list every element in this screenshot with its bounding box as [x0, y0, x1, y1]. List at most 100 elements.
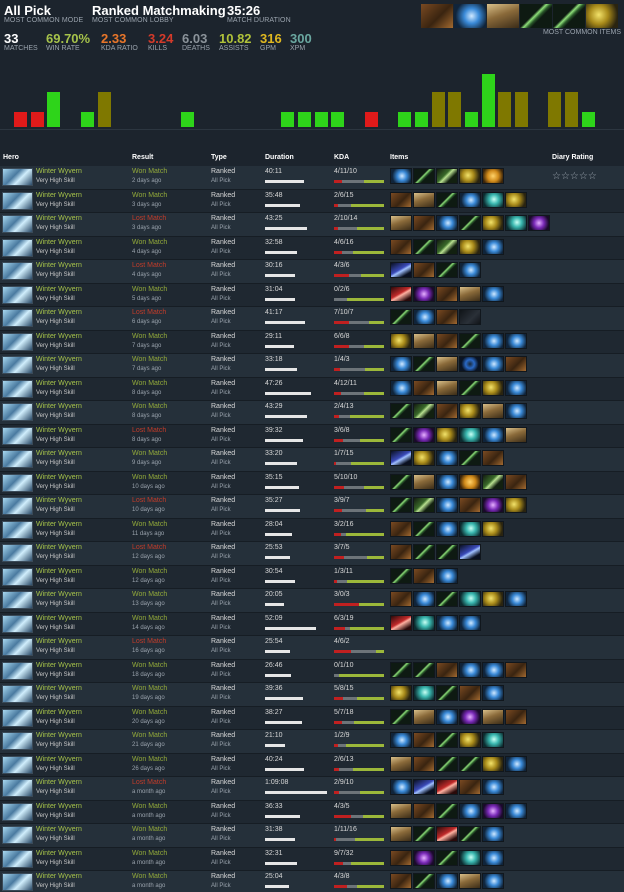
staff-icon[interactable] [436, 544, 458, 560]
match-result[interactable]: Won Match [132, 239, 167, 246]
staff-icon[interactable] [413, 356, 435, 372]
match-result[interactable]: Won Match [132, 685, 167, 692]
hero-name[interactable]: Winter Wyvern [36, 333, 82, 340]
orb-icon[interactable] [390, 732, 412, 748]
scroll-icon[interactable] [459, 285, 481, 302]
branch-icon[interactable] [436, 168, 458, 184]
hero-name[interactable]: Winter Wyvern [36, 215, 82, 222]
scroll-icon[interactable] [390, 215, 412, 231]
graph-bar-win[interactable] [47, 92, 61, 127]
orb-icon[interactable] [505, 755, 527, 772]
orb-icon[interactable] [505, 802, 527, 819]
match-result[interactable]: Won Match [132, 732, 167, 739]
claw-icon[interactable] [390, 262, 412, 278]
boots-icon[interactable] [436, 661, 458, 678]
graph-bar-loss[interactable] [14, 112, 27, 127]
cyclone-icon[interactable] [459, 849, 481, 866]
hammer-icon[interactable] [482, 755, 504, 772]
staff-icon[interactable] [390, 426, 412, 443]
hero-portrait[interactable] [2, 567, 33, 586]
match-row[interactable]: Winter Wyvern Very High Skill Lost Match 6 … [0, 307, 624, 331]
hero-portrait[interactable] [2, 544, 33, 562]
cyclone-icon[interactable] [413, 685, 435, 701]
scroll-icon[interactable] [459, 873, 481, 889]
hammer-icon[interactable] [390, 685, 412, 701]
boots-icon[interactable] [436, 403, 458, 419]
hero-portrait[interactable] [2, 638, 33, 656]
hero-name[interactable]: Winter Wyvern [36, 850, 82, 857]
match-result[interactable]: Won Match [132, 873, 167, 880]
orb-icon[interactable] [482, 285, 504, 302]
cyclone-icon[interactable] [459, 591, 481, 607]
hero-portrait[interactable] [2, 403, 33, 421]
claw-icon[interactable] [459, 544, 481, 560]
staff-icon[interactable] [459, 826, 481, 842]
orb-icon[interactable] [413, 309, 435, 325]
match-row[interactable]: Winter Wyvern Very High Skill Lost Match 10… [0, 495, 624, 519]
hero-name[interactable]: Winter Wyvern [36, 756, 82, 763]
orb-icon[interactable] [436, 497, 458, 513]
hero-portrait[interactable] [2, 497, 33, 515]
orb-icon[interactable] [459, 661, 481, 678]
match-row[interactable]: Winter Wyvern Very High Skill Won Match 8 d… [0, 377, 624, 401]
staff-icon[interactable] [436, 191, 458, 208]
hammer-icon[interactable] [482, 215, 504, 231]
boots-icon[interactable] [413, 755, 435, 772]
hero-name[interactable]: Winter Wyvern [36, 192, 82, 199]
match-row[interactable]: Winter Wyvern Very High Skill Lost Match 8 … [0, 424, 624, 448]
graph-bar-win[interactable] [281, 112, 295, 127]
match-result[interactable]: Won Match [132, 826, 167, 833]
hammer-icon[interactable] [459, 238, 481, 255]
staff-icon[interactable] [436, 849, 458, 866]
boots-icon[interactable] [505, 708, 527, 725]
scroll-icon[interactable] [482, 403, 504, 419]
hero-portrait[interactable] [2, 826, 33, 844]
graph-bar-win[interactable] [414, 112, 428, 127]
match-row[interactable]: Winter Wyvern Very High Skill Won Match a m… [0, 824, 624, 848]
hero-portrait[interactable] [2, 473, 33, 492]
staff-icon[interactable] [459, 450, 481, 466]
match-result[interactable]: Lost Match [132, 215, 166, 222]
match-result[interactable]: Lost Match [132, 427, 166, 434]
match-row[interactable]: Winter Wyvern Very High Skill Won Match 21 … [0, 730, 624, 754]
match-result[interactable]: Lost Match [132, 544, 166, 551]
gem-icon[interactable] [482, 802, 504, 819]
hammer-icon[interactable] [482, 379, 504, 396]
hammer-icon[interactable] [459, 168, 481, 184]
match-row[interactable]: Winter Wyvern Very High Skill Won Match 8 d… [0, 401, 624, 425]
graph-bar-loss[interactable] [364, 112, 378, 127]
hero-name[interactable]: Winter Wyvern [36, 709, 82, 716]
staff-icon[interactable] [413, 520, 435, 537]
orb-icon[interactable] [436, 614, 458, 631]
hero-portrait[interactable] [2, 238, 33, 257]
match-row[interactable]: Winter Wyvern Very High Skill Lost Match 16… [0, 636, 624, 660]
hammer-icon[interactable] [586, 4, 618, 28]
branch-icon[interactable] [482, 473, 504, 490]
hero-portrait[interactable] [2, 191, 33, 210]
boots-icon[interactable] [390, 873, 412, 889]
match-result[interactable]: Won Match [132, 450, 167, 457]
hero-portrait[interactable] [2, 802, 33, 821]
match-row[interactable]: Winter Wyvern Very High Skill Won Match 11 … [0, 518, 624, 542]
hammer-icon[interactable] [505, 497, 527, 513]
boots-icon[interactable] [390, 238, 412, 255]
cyclone-icon[interactable] [459, 426, 481, 443]
match-result[interactable]: Won Match [132, 168, 167, 175]
boots-icon[interactable] [390, 191, 412, 208]
boots-icon[interactable] [459, 779, 481, 795]
orb-icon[interactable] [482, 826, 504, 842]
match-result[interactable]: Won Match [132, 709, 167, 716]
match-row[interactable]: Winter Wyvern Very High Skill Lost Match 4 … [0, 260, 624, 284]
match-result[interactable]: Lost Match [132, 638, 166, 645]
hammer-icon[interactable] [505, 191, 527, 208]
boots-icon[interactable] [413, 379, 435, 396]
match-result[interactable]: Won Match [132, 591, 167, 598]
column-kda[interactable]: KDA [334, 154, 349, 161]
hero-name[interactable]: Winter Wyvern [36, 309, 82, 316]
scroll-icon[interactable] [413, 473, 435, 490]
claw-icon[interactable] [413, 779, 435, 795]
orb-icon[interactable] [390, 379, 412, 396]
ring-icon[interactable] [459, 356, 481, 372]
cyclone-icon[interactable] [482, 732, 504, 748]
match-result[interactable]: Won Match [132, 521, 167, 528]
